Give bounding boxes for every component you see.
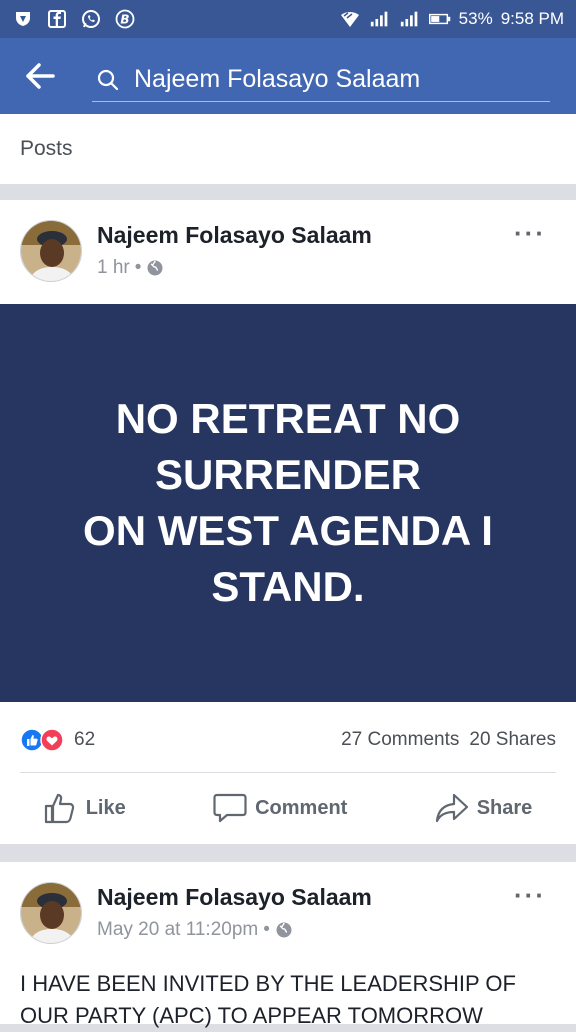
back-arrow-icon (26, 63, 55, 89)
love-reaction-icon (40, 728, 64, 752)
more-options-icon[interactable]: ··· (514, 218, 546, 249)
wifi-icon (339, 8, 361, 30)
svg-text:B: B (120, 13, 129, 27)
battery-icon (428, 8, 451, 30)
back-button[interactable] (0, 38, 80, 114)
like-button[interactable]: Like (44, 792, 126, 824)
b-icon: B (114, 8, 136, 30)
thumbs-up-icon (44, 793, 74, 824)
banner-text: NO RETREAT NO SURRENDER ON WEST AGENDA I… (58, 391, 518, 615)
post-time[interactable]: May 20 at 11:20pm (97, 919, 258, 941)
comment-button[interactable]: Comment (213, 792, 347, 824)
reaction-count[interactable]: 62 (74, 729, 95, 751)
post-meta: May 20 at 11:20pm • (97, 919, 293, 941)
post-text-line: OUR PARTY (APC) TO APPEAR TOMORROW (20, 1003, 483, 1028)
banner-line: STAND. (211, 563, 365, 610)
comments-count[interactable]: 27 Comments (341, 729, 459, 751)
post-banner[interactable]: NO RETREAT NO SURRENDER ON WEST AGENDA I… (0, 304, 576, 702)
top-bar: Najeem Folasayo Salaam (0, 38, 576, 114)
clock: 9:58 PM (500, 9, 564, 28)
banner-line: ON WEST AGENDA I (83, 507, 493, 554)
share-label: Share (476, 796, 533, 819)
share-icon (435, 793, 468, 823)
post-card: Najeem Folasayo Salaam 1 hr • ··· NO RET… (0, 200, 576, 844)
shares-count[interactable]: 20 Shares (469, 729, 556, 751)
banner-line: NO RETREAT NO (115, 395, 461, 442)
more-options-icon[interactable]: ··· (514, 880, 546, 911)
post-text-line: I HAVE BEEN INVITED BY THE LEADERSHIP OF (20, 971, 516, 996)
avatar[interactable] (20, 882, 82, 944)
post-stats: 27 Comments 20 Shares (341, 729, 556, 751)
globe-icon (147, 260, 163, 276)
battery-percent: 53% (458, 9, 493, 28)
separator-dot: • (263, 919, 270, 940)
post-author[interactable]: Najeem Folasayo Salaam (97, 884, 372, 911)
post-meta: 1 hr • (97, 257, 164, 279)
facebook-icon (46, 8, 68, 30)
post-actions: Like Comment Share (0, 780, 576, 836)
reaction-icons[interactable] (20, 728, 64, 752)
post-card: Najeem Folasayo Salaam May 20 at 11:20pm… (0, 862, 576, 1028)
comment-icon (213, 793, 247, 823)
posts-section-header: Posts (0, 114, 576, 184)
post-text: I HAVE BEEN INVITED BY THE LEADERSHIP OF… (20, 968, 560, 1032)
comment-label: Comment (255, 796, 348, 819)
separator-dot: • (134, 257, 142, 278)
status-bar: B 53% 9:58 PM (0, 0, 576, 38)
search-query: Najeem Folasayo Salaam (134, 65, 421, 93)
whatsapp-icon (80, 8, 102, 30)
like-label: Like (85, 796, 126, 819)
signal-icon (399, 8, 421, 30)
globe-icon (276, 922, 292, 938)
signal-icon (369, 8, 391, 30)
post-author[interactable]: Najeem Folasayo Salaam (97, 222, 372, 249)
search-icon (97, 69, 119, 90)
banner-line: SURRENDER (154, 451, 422, 498)
vpn-icon (12, 8, 34, 30)
post-time[interactable]: 1 hr (97, 257, 130, 279)
search-field[interactable]: Najeem Folasayo Salaam (92, 58, 550, 102)
avatar[interactable] (20, 220, 82, 282)
reactions-row: 62 27 Comments 20 Shares (0, 720, 576, 760)
share-button[interactable]: Share (435, 792, 533, 824)
divider (20, 772, 556, 773)
posts-label: Posts (20, 137, 73, 160)
